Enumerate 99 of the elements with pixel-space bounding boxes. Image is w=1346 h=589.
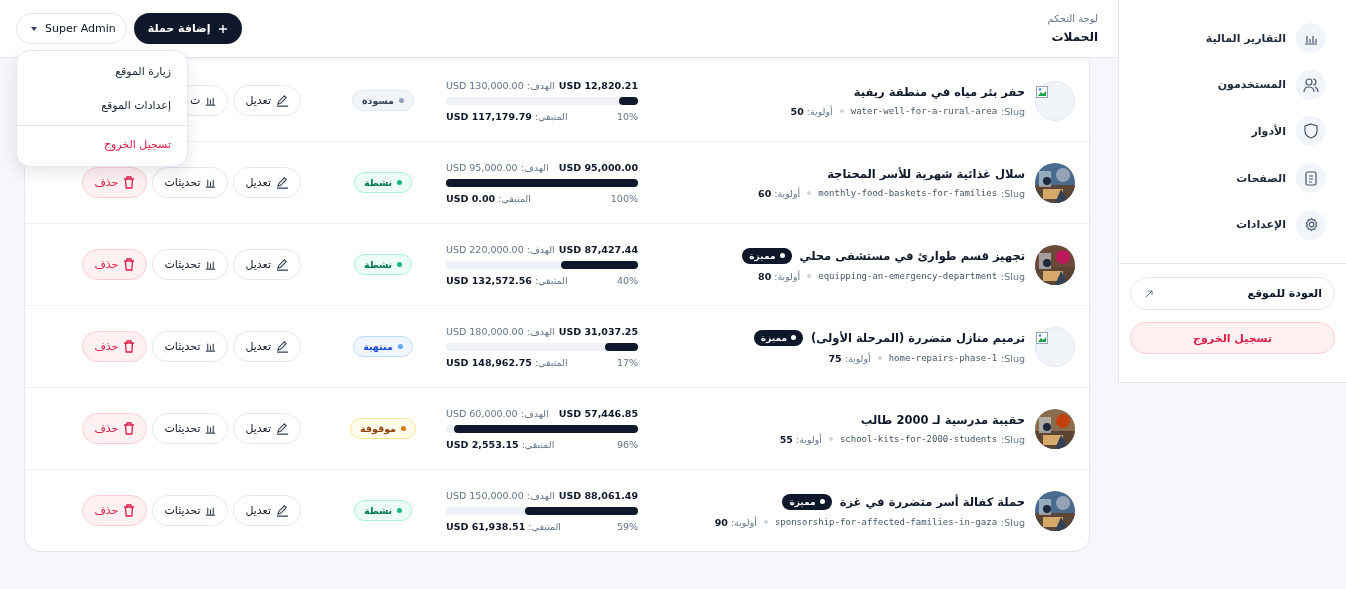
shield-icon <box>1304 123 1318 140</box>
delete-button[interactable]: حذف <box>82 249 148 280</box>
trash-icon <box>123 176 136 189</box>
delete-button[interactable]: حذف <box>82 167 148 198</box>
featured-badge: مميزة <box>753 329 804 346</box>
campaign-title: حقيبة مدرسية لـ 2000 طالب <box>860 412 1025 427</box>
broken-image-icon <box>1036 85 1048 98</box>
sidebar-item[interactable]: الإعدادات <box>1119 201 1326 248</box>
status-badge: نشطة <box>353 254 413 275</box>
slug-text: home-repairs-phase-1 <box>888 353 998 363</box>
edit-button[interactable]: تعديل <box>233 331 301 362</box>
updates-button[interactable]: تحديثات <box>152 249 229 280</box>
goal-amount: الهدف: USD 95,000.00 <box>446 161 549 173</box>
delete-button[interactable]: حذف <box>82 331 148 362</box>
logout-button[interactable]: تسجيل الخروج <box>1130 322 1335 354</box>
goal-amount: الهدف: USD 180,000.00 <box>446 325 555 337</box>
percent-text: 40% <box>616 274 638 286</box>
status-badge: نشطة <box>353 500 413 521</box>
bar-chart-icon <box>205 423 217 434</box>
pencil-icon <box>276 94 289 107</box>
breadcrumb: لوحة التحكم <box>1047 13 1098 24</box>
slug-label: Slug: <box>1001 352 1025 364</box>
trash-icon <box>123 340 136 353</box>
updates-button[interactable]: تحديثات <box>152 331 229 362</box>
raised-amount: USD 57,446.85 <box>558 407 638 419</box>
updates-button[interactable]: تحديثات <box>152 167 229 198</box>
sidebar-item[interactable]: الأدوار <box>1119 108 1326 155</box>
campaign-title: حفر بئر مياه في منطقة ريفية <box>853 84 1025 99</box>
trash-icon <box>123 422 136 435</box>
pencil-icon <box>276 340 289 353</box>
percent-text: 96% <box>616 438 638 450</box>
slug-label: Slug: <box>1001 187 1025 199</box>
bar-chart-icon <box>205 505 217 516</box>
pencil-icon <box>276 258 289 271</box>
sidebar-item[interactable]: الصفحات <box>1119 154 1326 202</box>
status-badge: منتهية <box>353 336 413 357</box>
updates-button[interactable]: تحديثات <box>152 413 229 444</box>
caret-icon <box>31 26 37 31</box>
raised-amount: USD 87,427.44 <box>558 243 638 255</box>
bar-chart-icon <box>205 95 217 106</box>
pencil-icon <box>276 422 289 435</box>
bar-chart-icon <box>205 177 217 188</box>
campaign-title: سلال غذائية شهرية للأسر المحتاجة <box>827 166 1025 181</box>
goal-amount: الهدف: USD 150,000.00 <box>446 489 555 501</box>
users-icon <box>1303 76 1319 93</box>
slug-text: water-well-for-a-rural-area <box>850 106 998 116</box>
back-to-site-button[interactable]: العودة للموقع <box>1130 277 1335 310</box>
status-badge: موقوفة <box>350 418 416 439</box>
sidebar-item[interactable]: المستخدمون <box>1119 61 1326 109</box>
campaign-title: تجهيز قسم طوارئ في مستشفى محلي <box>799 248 1025 263</box>
slug-text: school-kits-for-2000-students <box>839 434 998 444</box>
slug-label: Slug: <box>1001 433 1025 445</box>
raised-amount: USD 12,820.21 <box>558 79 638 91</box>
plus-icon <box>218 23 229 34</box>
slug-text: monthly-food-baskets-for-families <box>818 188 998 198</box>
status-badge: مسودة <box>352 90 414 111</box>
status-badge: نشطة <box>353 172 413 193</box>
settings-icon <box>1303 217 1319 233</box>
goal-amount: الهدف: USD 60,000.00 <box>446 407 549 419</box>
slug-text: sponsorship-for-affected-families-in-gaza <box>774 517 998 527</box>
user-menu-button[interactable]: Super Admin <box>16 13 127 44</box>
trash-icon <box>123 504 136 517</box>
pencil-icon <box>276 176 289 189</box>
raised-amount: USD 88,061.49 <box>558 489 638 501</box>
edit-button[interactable]: تعديل <box>233 85 301 116</box>
trash-icon <box>123 258 136 271</box>
raised-amount: USD 31,037.25 <box>558 325 638 337</box>
bar-chart-icon <box>205 259 217 270</box>
sidebar-item[interactable]: التقارير المالية <box>1119 15 1326 62</box>
menu-item[interactable]: تسجيل الخروج <box>17 128 187 162</box>
external-link-icon <box>1145 289 1153 298</box>
edit-button[interactable]: تعديل <box>233 495 301 526</box>
campaign-title: حملة كفالة أسر متضررة في غزة <box>839 494 1025 509</box>
updates-button[interactable]: تحديثات <box>152 495 229 526</box>
featured-badge: مميزة <box>742 247 792 264</box>
slug-text: equipping-an-emergency-department <box>818 271 998 281</box>
edit-button[interactable]: تعديل <box>233 167 301 198</box>
broken-image-icon <box>1036 331 1048 344</box>
document-icon <box>1305 170 1317 186</box>
goal-amount: الهدف: USD 220,000.00 <box>446 243 555 255</box>
edit-button[interactable]: تعديل <box>233 413 301 444</box>
raised-amount: USD 95,000.00 <box>558 161 638 173</box>
delete-button[interactable]: حذف <box>82 413 148 444</box>
percent-text: 17% <box>616 356 638 368</box>
slug-label: Slug: <box>1001 270 1025 282</box>
delete-button[interactable]: حذف <box>82 495 148 526</box>
featured-badge: مميزة <box>782 493 832 510</box>
bar-chart-icon <box>205 341 217 352</box>
goal-amount: الهدف: USD 130,000.00 <box>446 79 555 91</box>
slug-label: Slug: <box>1001 516 1025 528</box>
percent-text: 59% <box>616 520 638 532</box>
slug-label: Slug: <box>1001 105 1025 117</box>
campaign-title: ترميم منازل متضررة (المرحلة الأولى) <box>811 330 1025 345</box>
percent-text: 100% <box>610 192 638 204</box>
percent-text: 10% <box>616 110 638 122</box>
edit-button[interactable]: تعديل <box>233 249 301 280</box>
add-campaign-button[interactable]: إضافة حملة <box>133 13 243 44</box>
page-title: الحملات <box>1050 30 1098 44</box>
pencil-icon <box>276 504 289 517</box>
